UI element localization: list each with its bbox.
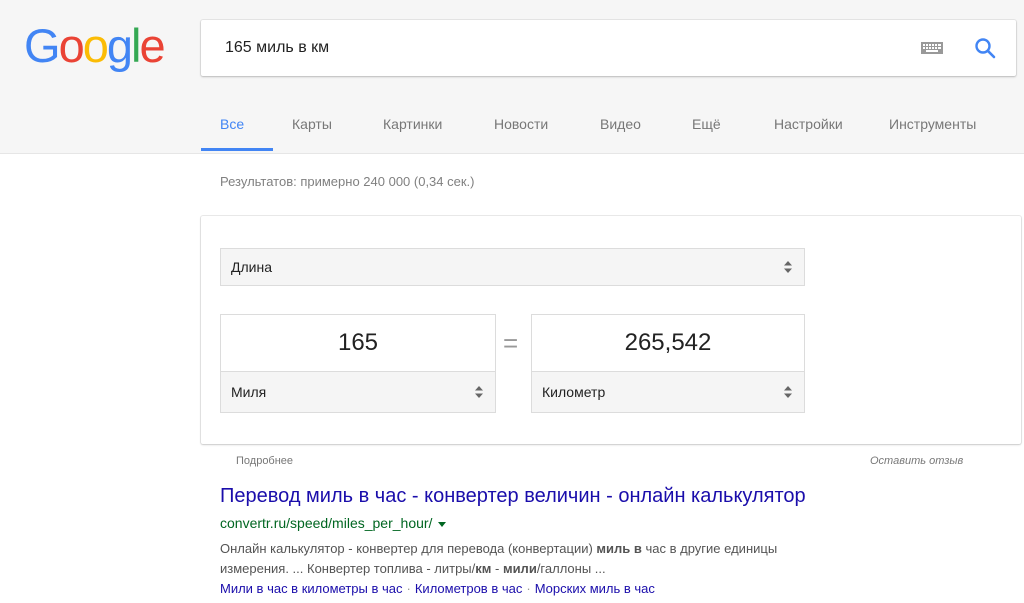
- from-unit-label: Миля: [231, 384, 267, 400]
- logo-letter-g2: g: [106, 19, 133, 72]
- sitelink-separator: ·: [526, 581, 531, 596]
- active-tab-indicator: [201, 148, 273, 151]
- tab-settings[interactable]: Настройки: [774, 116, 843, 132]
- feedback-link[interactable]: Оставить отзыв: [870, 455, 963, 467]
- category-select-label: Длина: [231, 259, 272, 275]
- search-box: [201, 20, 1016, 76]
- result-snippet: Онлайн калькулятор - конвертер для перев…: [220, 539, 980, 579]
- logo-letter-o1: o: [58, 19, 85, 72]
- category-select[interactable]: Длина: [220, 248, 805, 286]
- snippet-text: измерения. ... Конвертер топлива - литры…: [220, 561, 476, 576]
- more-info-link[interactable]: Подробнее: [236, 455, 293, 467]
- logo-letter-g1: G: [24, 19, 61, 72]
- result-title-link[interactable]: Перевод миль в час - конвертер величин -…: [220, 485, 806, 508]
- tab-more[interactable]: Ещё: [692, 116, 721, 132]
- url-dropdown-icon[interactable]: [438, 521, 447, 527]
- google-logo[interactable]: Google: [24, 16, 166, 76]
- search-icon[interactable]: [973, 36, 997, 60]
- equals-sign: =: [503, 328, 519, 358]
- select-arrows-icon: [784, 261, 792, 273]
- sitelink-kmh[interactable]: Километров в час: [415, 581, 523, 596]
- tab-tools[interactable]: Инструменты: [889, 116, 976, 132]
- from-value-input[interactable]: 165: [220, 314, 496, 372]
- to-unit-select[interactable]: Километр: [531, 371, 805, 413]
- result-stats: Результатов: примерно 240 000 (0,34 сек.…: [220, 174, 475, 189]
- to-unit-label: Километр: [542, 384, 606, 400]
- snippet-highlight: миль в: [596, 541, 642, 556]
- unit-converter-card: Длина 165 Миля = 265,542 Километр: [201, 216, 1021, 444]
- result-url-text: convertr.ru/speed/miles_per_hour/: [220, 515, 433, 531]
- to-value-input[interactable]: 265,542: [531, 314, 805, 372]
- sitelink-mph-to-kmh[interactable]: Мили в час в километры в час: [220, 581, 403, 596]
- select-arrows-icon: [784, 386, 792, 398]
- snippet-text: час в другие единицы: [641, 541, 778, 556]
- select-arrows-icon: [475, 386, 483, 398]
- snippet-highlight: мили: [502, 561, 537, 576]
- sitelinks: Мили в час в километры в час · Километров …: [220, 579, 655, 599]
- keyboard-icon[interactable]: [921, 42, 943, 54]
- sitelink-knots[interactable]: Морских миль в час: [535, 581, 655, 596]
- logo-letter-l: l: [130, 19, 142, 72]
- snippet-text: -: [491, 561, 503, 576]
- result-url: convertr.ru/speed/miles_per_hour/: [220, 515, 447, 531]
- snippet-text: /галлоны ...: [536, 561, 606, 576]
- logo-letter-o2: o: [82, 19, 109, 72]
- tab-all[interactable]: Все: [220, 116, 244, 132]
- snippet-line: Онлайн калькулятор - конвертер для перев…: [220, 539, 980, 559]
- snippet-line: измерения. ... Конвертер топлива - литры…: [220, 559, 980, 579]
- search-input[interactable]: [225, 20, 925, 76]
- sitelink-separator: ·: [406, 581, 411, 596]
- header: Google Все Карты Картинки Но: [0, 0, 1024, 154]
- snippet-text: Онлайн калькулятор - конвертер для перев…: [220, 541, 597, 556]
- from-unit-select[interactable]: Миля: [220, 371, 496, 413]
- tab-videos[interactable]: Видео: [600, 116, 641, 132]
- tab-maps[interactable]: Карты: [292, 116, 332, 132]
- tab-news[interactable]: Новости: [494, 116, 548, 132]
- tab-images[interactable]: Картинки: [383, 116, 442, 132]
- snippet-highlight: км: [475, 561, 492, 576]
- logo-letter-e: e: [139, 19, 165, 72]
